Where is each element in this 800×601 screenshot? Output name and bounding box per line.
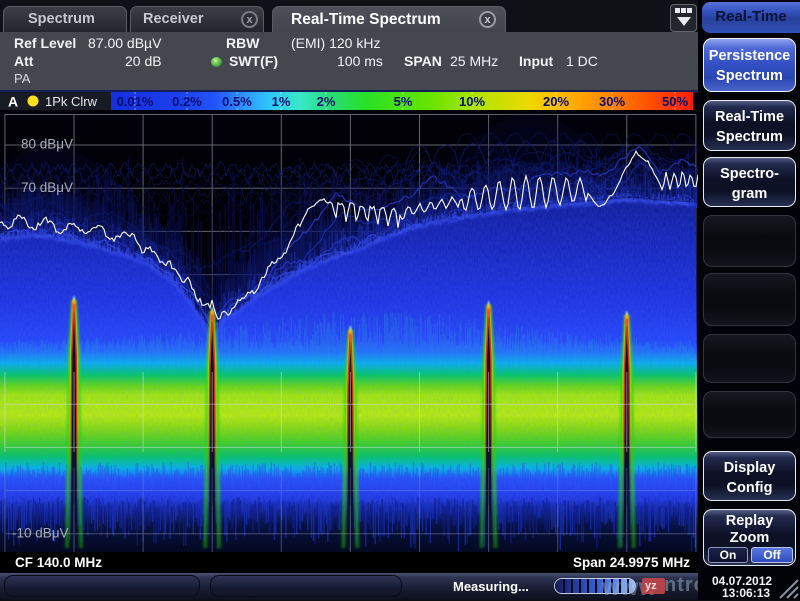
- svg-text:2%: 2%: [317, 94, 336, 109]
- svg-text:20%: 20%: [543, 94, 569, 109]
- svg-text:0.2%: 0.2%: [172, 94, 202, 109]
- svg-text:5%: 5%: [394, 94, 413, 109]
- svg-text:A: A: [8, 94, 18, 110]
- svg-text:1%: 1%: [272, 94, 291, 109]
- svg-text:10%: 10%: [459, 94, 485, 109]
- svg-text:70 dBμV: 70 dBμV: [21, 180, 73, 195]
- svg-text:0.5%: 0.5%: [222, 94, 252, 109]
- svg-text:1Pk Clrw: 1Pk Clrw: [45, 94, 98, 109]
- svg-text:50%: 50%: [662, 94, 688, 109]
- svg-text:0.01%: 0.01%: [117, 94, 154, 109]
- svg-text:80 dBμV: 80 dBμV: [21, 137, 73, 152]
- svg-text:-10 dBμV: -10 dBμV: [12, 526, 69, 541]
- svg-text:30%: 30%: [599, 94, 625, 109]
